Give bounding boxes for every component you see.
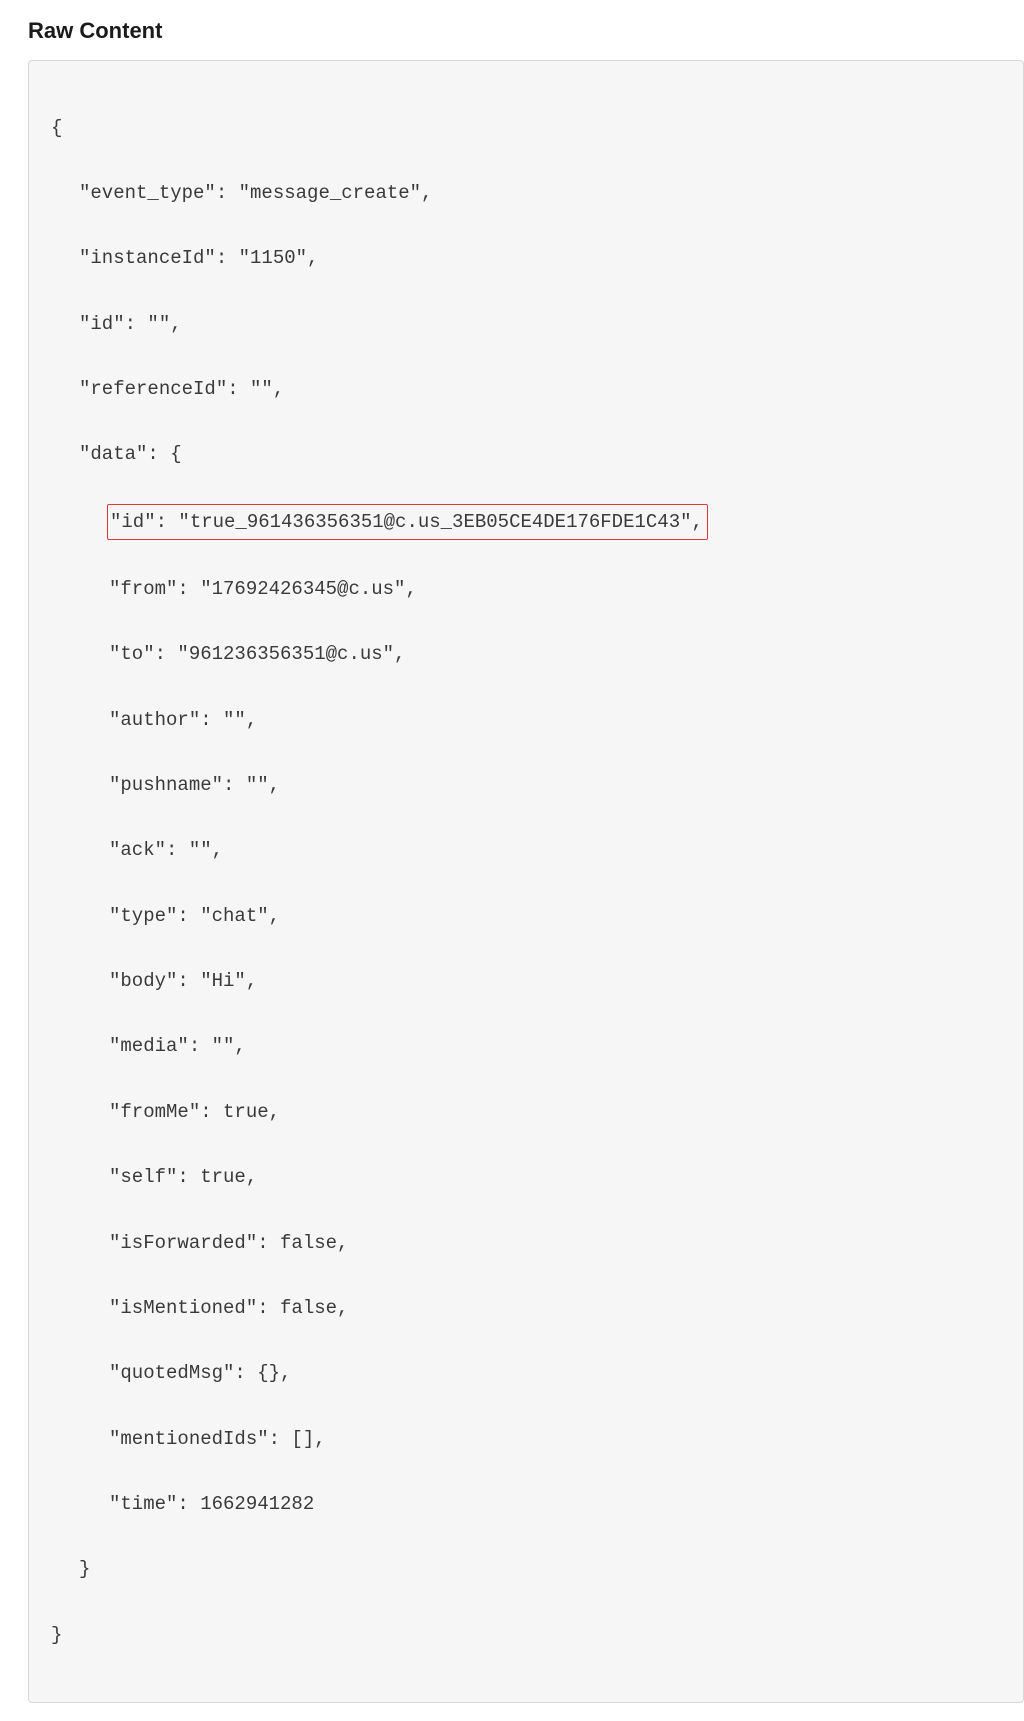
code-line-instance-id: "instanceId": "1150", [43, 242, 1009, 275]
code-line-reference-id: "referenceId": "", [43, 373, 1009, 406]
code-line-open: { [43, 112, 1009, 145]
code-line-data-close: } [43, 1553, 1009, 1586]
section-heading: Raw Content [28, 18, 1024, 44]
code-line-close: } [43, 1619, 1009, 1652]
code-line-mentioned-ids: "mentionedIds": [], [43, 1423, 1009, 1456]
highlighted-id-line: "id": "true_961436356351@c.us_3EB05CE4DE… [107, 504, 708, 541]
code-line-is-forwarded: "isForwarded": false, [43, 1227, 1009, 1260]
code-line-pushname: "pushname": "", [43, 769, 1009, 802]
code-line-quoted-msg: "quotedMsg": {}, [43, 1357, 1009, 1390]
code-line-author: "author": "", [43, 704, 1009, 737]
code-line-data-open: "data": { [43, 438, 1009, 471]
code-line-from-me: "fromMe": true, [43, 1096, 1009, 1129]
code-line-time: "time": 1662941282 [43, 1488, 1009, 1521]
code-line-self: "self": true, [43, 1161, 1009, 1194]
code-line-media: "media": "", [43, 1030, 1009, 1063]
code-line-ack: "ack": "", [43, 834, 1009, 867]
code-line-type: "type": "chat", [43, 900, 1009, 933]
code-line-id: "id": "", [43, 308, 1009, 341]
code-line-from: "from": "17692426345@c.us", [43, 573, 1009, 606]
code-line-data-id-highlighted: "id": "true_961436356351@c.us_3EB05CE4DE… [43, 504, 1009, 541]
code-line-body: "body": "Hi", [43, 965, 1009, 998]
raw-content-code-block: { "event_type": "message_create", "insta… [28, 60, 1024, 1703]
code-line-is-mentioned: "isMentioned": false, [43, 1292, 1009, 1325]
code-line-to: "to": "961236356351@c.us", [43, 638, 1009, 671]
code-line-event-type: "event_type": "message_create", [43, 177, 1009, 210]
